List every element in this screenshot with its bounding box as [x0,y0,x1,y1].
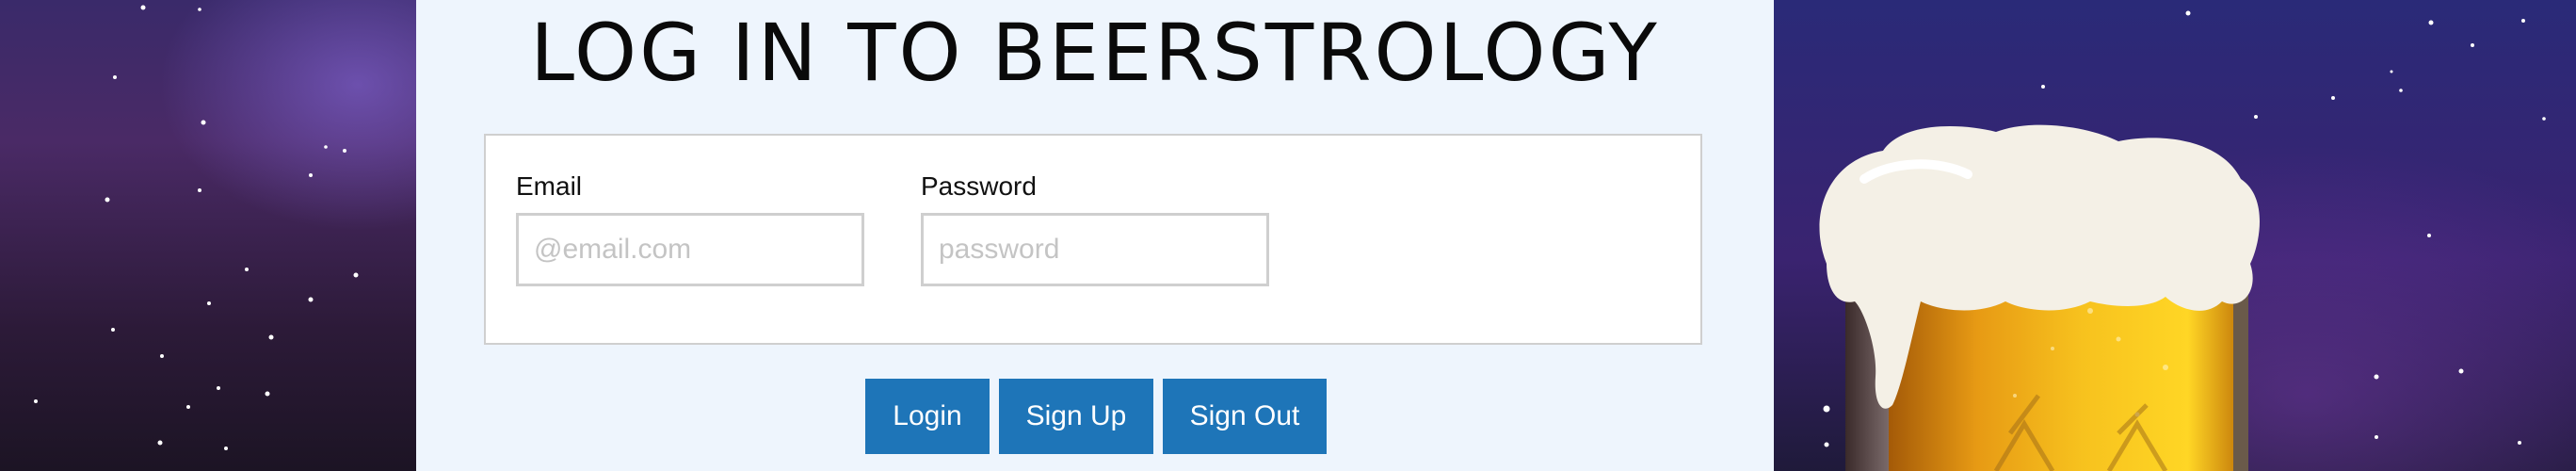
email-input[interactable] [516,213,864,286]
login-panel: LOG IN TO BEERSTROLOGY Email Password Lo… [416,0,1774,471]
beer-mug-image [1819,124,2260,471]
signout-button[interactable]: Sign Out [1163,379,1327,454]
email-label: Email [516,171,583,201]
password-field-group: Password [921,171,1269,286]
email-field-group: Email [516,171,864,286]
login-form: Email Password [484,134,1702,345]
login-button[interactable]: Login [865,379,990,454]
page-title: LOG IN TO BEERSTROLOGY [530,7,1660,99]
signup-button[interactable]: Sign Up [999,379,1153,454]
password-label: Password [921,171,1037,201]
button-row: Login Sign Up Sign Out [865,379,1327,454]
password-input[interactable] [921,213,1269,286]
left-sky-background [0,0,418,471]
